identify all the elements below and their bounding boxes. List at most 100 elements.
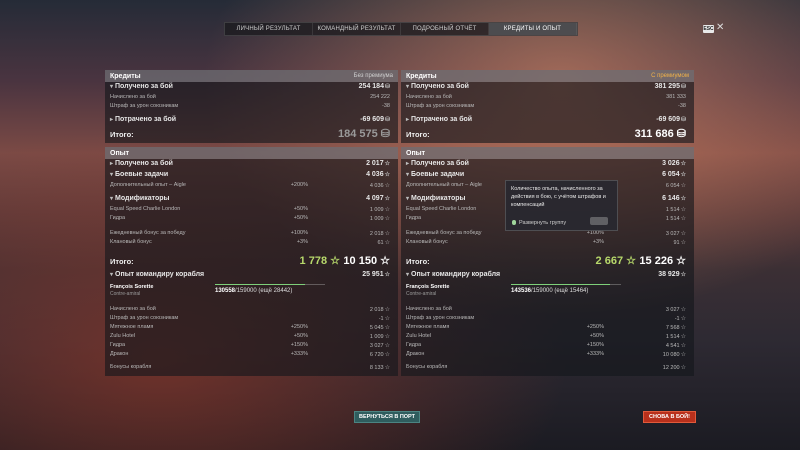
tab-team[interactable]: КОМАНДНЫЙ РЕЗУЛЬТАТ [313, 23, 401, 35]
tab-personal[interactable]: ЛИЧНЫЙ РЕЗУЛЬТАТ [225, 23, 313, 35]
ship-bonus-label: Бонусы корабля [110, 364, 152, 370]
credits-icon: ⛁ [384, 117, 390, 123]
earned-group[interactable]: ▾ Получено за бой 381 295⛁ [401, 82, 694, 93]
xp-star-icon: ☆ [384, 325, 390, 331]
row-label: Штраф за урон союзникам [110, 103, 179, 109]
credits-total: Итого: 184 575 ⛁ [105, 126, 398, 143]
row-label: Дополнительный опыт – Aigle [406, 182, 482, 188]
earned-value: 254 184 [358, 83, 384, 90]
earned-group[interactable]: ▾ Получено за бой 254 184⛁ [105, 82, 398, 93]
xp-total: Итого: 2 667 ☆ 15 226 ☆ [401, 253, 694, 270]
credits-title: Кредиты [406, 72, 437, 80]
credits-icon: ⛁ [384, 84, 390, 90]
chevron-right-icon: ▸ [406, 117, 410, 123]
row-percent: +3% [592, 239, 604, 245]
spent-label: Потрачено за бой [411, 116, 473, 123]
row-label: Начислено за бой [406, 306, 452, 312]
row-value: 6 720 [369, 352, 384, 358]
battle-again-button[interactable]: СНОВА В БОЙ! [643, 411, 696, 423]
commander-card: François Sorette Contre-amiral 143536/15… [401, 281, 694, 305]
xp-block: ▸ Получено за бой 2 017☆ ▾ Боевые задачи 4… [105, 159, 398, 376]
chevron-right-icon: ▸ [110, 161, 114, 167]
row-label: Equal Speed Charlie London [406, 206, 477, 212]
list-item: Начислено за бой 2 018☆ [105, 305, 398, 314]
row-label: Клановый бонус [406, 239, 448, 245]
xp-star-icon: ☆ [680, 343, 686, 349]
list-item: Ежедневный бонус за победу +100% 2 018☆ [105, 229, 398, 238]
xp-star-icon: ☆ [384, 272, 390, 278]
close-icon[interactable]: ✕ [716, 22, 724, 33]
tab-report[interactable]: ПОДРОБНЫЙ ОТЧЁТ [401, 23, 489, 35]
list-item: Дракон +333% 10 080☆ [401, 350, 694, 359]
commander-xp-value: 25 951 [362, 271, 384, 278]
xp-star-icon: ☆ [680, 365, 686, 371]
xp-star-icon: ☆ [384, 307, 390, 313]
row-percent: +50% [589, 333, 604, 339]
list-item: Дополнительный опыт – Aigle +200% 4 036☆ [105, 181, 398, 190]
tab-bar: ЛИЧНЫЙ РЕЗУЛЬТАТ КОМАНДНЫЙ РЕЗУЛЬТАТ ПОД… [224, 22, 578, 36]
row-percent: +150% [290, 342, 308, 348]
xp-star-icon: ☆ [680, 207, 686, 213]
esc-button[interactable]: ESC [703, 25, 714, 33]
xp-earned-value: 3 026 [662, 160, 680, 167]
list-item: Equal Speed Charlie London +50% 1 009☆ [105, 205, 398, 214]
row-value: 3 027 [369, 343, 384, 349]
tasks-group[interactable]: ▾ Боевые задачи 4 036☆ [105, 170, 398, 181]
chevron-down-icon: ▾ [110, 272, 114, 278]
chevron-down-icon: ▾ [406, 84, 410, 90]
modifiers-group[interactable]: ▾ Модификаторы 4 097☆ [105, 194, 398, 205]
xp-star-icon: ☆ [680, 183, 686, 189]
row-value: 1 009 [369, 216, 384, 222]
xp-earned-group[interactable]: ▸ Получено за бой 2 017☆ [105, 159, 398, 170]
list-item: Zulu Hotel +50% 1 009☆ [105, 332, 398, 341]
row-value: 7 568 [665, 325, 680, 331]
chevron-down-icon: ▾ [406, 196, 410, 202]
row-label: Гидра [110, 215, 126, 221]
row-label: Начислено за бой [110, 94, 156, 100]
xp-earned-label: Получено за бой [115, 160, 173, 167]
row-value: 3 027 [665, 231, 680, 237]
total-label: Итого: [110, 257, 134, 266]
commander-xp-group[interactable]: ▾ Опыт командиру корабля 25 951☆ [105, 270, 398, 281]
premium-label: С премиумом [651, 73, 689, 79]
xp-star-icon: ☆ [384, 207, 390, 213]
xp-star-icon: ☆ [384, 216, 390, 222]
row-label: Гидра [406, 342, 422, 348]
row-percent: +333% [290, 351, 308, 357]
row-value: 1 009 [369, 334, 384, 340]
earned-label: Получено за бой [411, 83, 469, 90]
row-value: 61 [377, 240, 384, 246]
xp-earned-value: 2 017 [366, 160, 384, 167]
commander-progress-bar [215, 284, 325, 285]
commander-rank: Contre-amiral [406, 291, 437, 297]
list-item: Штраф за урон союзникам -38 [401, 102, 694, 111]
xp-star-icon: ☆ [680, 316, 686, 322]
commander-name: François Sorette [406, 284, 450, 290]
spent-group[interactable]: ▸ Потрачено за бой -69 609⛁ [401, 115, 694, 126]
commander-name: François Sorette [110, 284, 154, 290]
tab-credits-xp[interactable]: КРЕДИТЫ И ОПЫТ [489, 23, 577, 35]
spent-group[interactable]: ▸ Потрачено за бой -69 609⛁ [105, 115, 398, 126]
row-percent: +50% [293, 206, 308, 212]
row-label: Гидра [406, 215, 422, 221]
list-item: Гидра +150% 4 541☆ [401, 341, 694, 350]
xp-tooltip: Количество опыта, начисленного за действ… [505, 180, 618, 231]
tasks-value: 6 054 [662, 171, 680, 178]
row-value: 1 009 [369, 207, 384, 213]
xp-star-icon: ☆ [384, 172, 390, 178]
commander-xp-group[interactable]: ▾ Опыт командиру корабля 38 929☆ [401, 270, 694, 281]
spent-label: Потрачено за бой [115, 116, 177, 123]
row-value: -38 [382, 103, 390, 109]
row-label: Мятежное пламя [110, 324, 154, 330]
xp-earned-group[interactable]: ▸ Получено за бой 3 026☆ [401, 159, 694, 170]
xp-star-icon: ☆ [680, 216, 686, 222]
tasks-value: 4 036 [366, 171, 384, 178]
return-to-port-button[interactable]: ВЕРНУТЬСЯ В ПОРТ [354, 411, 420, 423]
xp-star-icon: ☆ [384, 161, 390, 167]
row-label: Zulu Hotel [110, 333, 136, 339]
list-item: Начислено за бой 254 222 [105, 93, 398, 102]
row-value: 381 333 [666, 94, 686, 100]
xp-star-icon: ☆ [384, 316, 390, 322]
list-item: Zulu Hotel +50% 1 514☆ [401, 332, 694, 341]
commander-xp-label: Опыт командиру корабля [411, 271, 501, 278]
